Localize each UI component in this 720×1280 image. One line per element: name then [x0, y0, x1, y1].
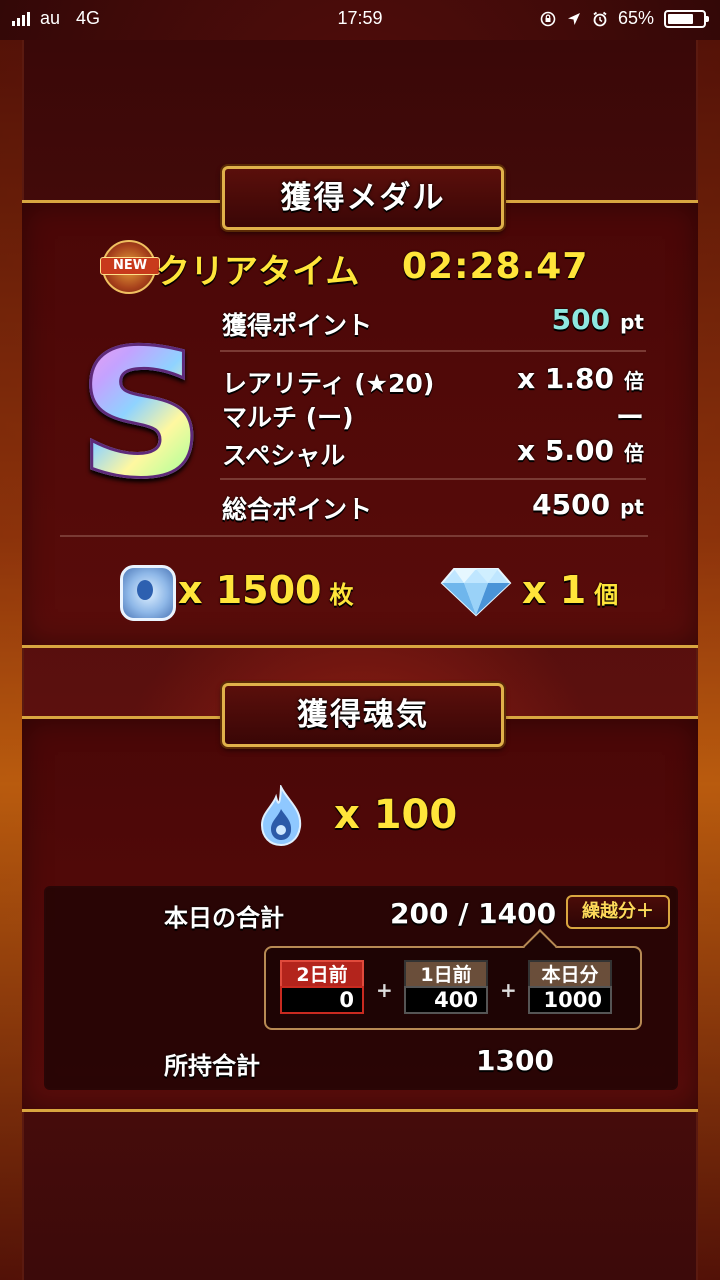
day-value: 1000: [528, 986, 612, 1014]
rarity-value: x 1.80: [517, 362, 614, 395]
alarm-icon: [593, 11, 607, 26]
rarity-row: x 1.80 倍: [517, 362, 644, 395]
day-2-ago: 2日前 0: [280, 960, 364, 1016]
new-badge-label: NEW: [100, 257, 160, 275]
earned-points-row: 500 pt: [552, 303, 644, 336]
day-label: 1日前: [404, 960, 488, 986]
owned-total-value: 1300: [476, 1044, 554, 1077]
special-label: スペシャル: [222, 441, 346, 470]
plus-sign: +: [376, 978, 393, 1002]
day-value: 0: [280, 986, 364, 1014]
medal-reward-value: x 1500: [178, 568, 322, 612]
daily-breakdown: 2日前 0 + 1日前 400 + 本日分 1000: [264, 946, 642, 1030]
total-points-value: 4500: [532, 488, 611, 521]
new-badge-icon: NEW: [100, 240, 160, 294]
divider: [220, 478, 646, 480]
multi-label: マルチ (ー): [222, 403, 354, 432]
divider: [60, 535, 648, 537]
rotation-lock-icon: [540, 11, 556, 26]
today-total-value: 200 / 1400: [390, 897, 557, 930]
medal-reward: x 1500 枚: [178, 568, 354, 612]
rank-s-icon: S: [77, 312, 207, 517]
earned-points-value: 500: [551, 303, 611, 336]
soul-section-title: 獲得魂気: [222, 683, 504, 747]
soul-amount: x 100: [334, 792, 458, 838]
plus-sign: +: [500, 978, 517, 1002]
soul-flame-icon: [260, 785, 302, 847]
clear-time-value: 02:28.47: [402, 246, 589, 287]
day-label: 2日前: [280, 960, 364, 986]
gem-reward-value: x 1: [522, 568, 587, 612]
clear-time-label: クリアタイム: [156, 252, 360, 292]
medal-reward-unit: 枚: [329, 581, 354, 609]
rarity-unit: 倍: [624, 369, 644, 393]
status-bar: au 4G 17:59 65%: [0, 0, 720, 36]
earned-points-label: 獲得ポイント: [222, 311, 373, 340]
owned-total-label: 所持合計: [164, 1052, 260, 1080]
special-row: x 5.00 倍: [517, 434, 644, 467]
location-icon: [567, 12, 580, 25]
total-points-unit: pt: [620, 495, 644, 519]
medal-icon: [120, 565, 176, 621]
total-points-row: 4500 pt: [532, 488, 644, 521]
carryover-button[interactable]: 繰越分＋: [566, 895, 670, 929]
earned-points-unit: pt: [620, 310, 644, 334]
multi-value: ー: [615, 401, 644, 434]
medal-section-title: 獲得メダル: [222, 166, 504, 230]
special-unit: 倍: [624, 441, 644, 465]
battery-percent: 65%: [617, 8, 654, 28]
day-today: 本日分 1000: [528, 960, 612, 1016]
special-value: x 5.00: [517, 434, 614, 467]
divider: [220, 350, 646, 352]
total-points-label: 総合ポイント: [222, 495, 373, 524]
day-value: 400: [404, 986, 488, 1014]
today-total-label: 本日の合計: [164, 904, 284, 932]
day-label: 本日分: [528, 960, 612, 986]
gem-reward: x 1個: [522, 568, 618, 612]
day-1-ago: 1日前 400: [404, 960, 488, 1016]
diamond-icon: [440, 568, 512, 617]
gem-reward-unit: 個: [594, 581, 619, 609]
clock: 17:59: [337, 8, 383, 28]
battery-icon: [664, 9, 709, 28]
rarity-label: レアリティ (★20): [222, 369, 435, 398]
